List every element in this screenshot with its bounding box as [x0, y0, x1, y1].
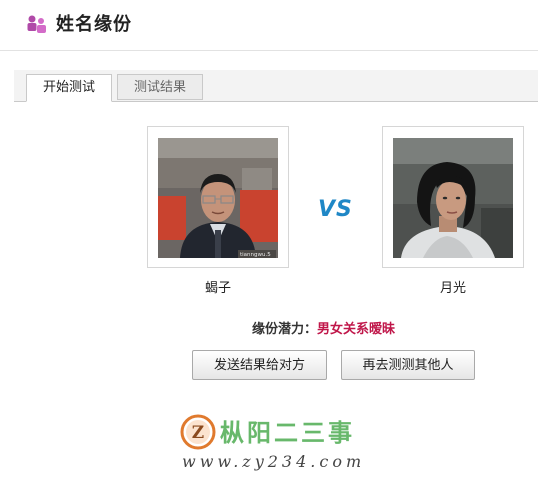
watermark-logo-icon: Z: [180, 414, 216, 450]
test-others-button[interactable]: 再去测测其他人: [341, 350, 475, 380]
right-person-name: 月光: [439, 281, 466, 296]
tab-test-results[interactable]: 测试结果: [117, 74, 203, 100]
watermark-name: 枞阳二三事: [220, 418, 355, 447]
result-label: 缘份潜力：: [252, 322, 318, 337]
tab-bar: 开始测试 测试结果: [14, 70, 538, 102]
people-icon: [27, 15, 46, 33]
right-person-photo: [393, 138, 513, 258]
result-value: 男女关系暧昧: [317, 322, 396, 337]
left-person-photo-frame: tianngwu.5: [147, 126, 289, 268]
watermark-logo-letter: Z: [192, 423, 204, 443]
left-person-name: 蝎子: [204, 281, 231, 296]
watermark-url: www.zy234.com: [182, 452, 366, 471]
compatibility-result: 缘份潜力：男女关系暧昧: [252, 318, 395, 337]
photo-caption: tianngwu.5: [240, 252, 271, 258]
vs-label: VS: [318, 197, 353, 222]
app-header: 姓名缘份: [0, 0, 538, 51]
tab-start-test[interactable]: 开始测试: [26, 74, 112, 102]
page-title: 姓名缘份: [56, 14, 132, 35]
send-result-button[interactable]: 发送结果给对方: [192, 350, 327, 380]
left-person-photo: tianngwu.5: [158, 138, 278, 258]
right-person-photo-frame: [382, 126, 524, 268]
